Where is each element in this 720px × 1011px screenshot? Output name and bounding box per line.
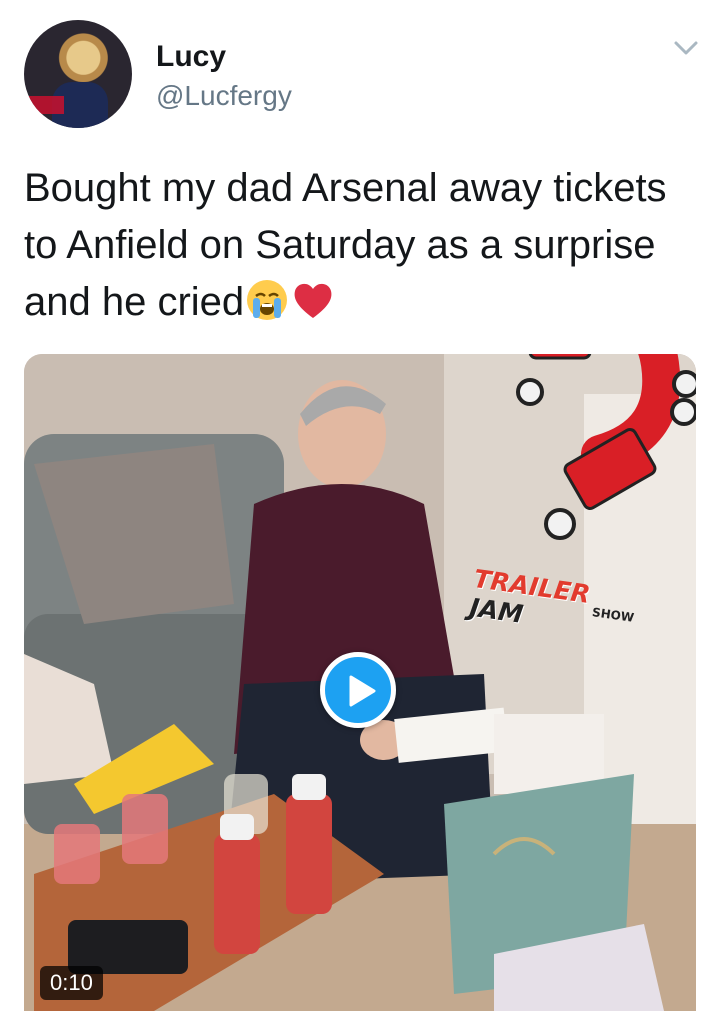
chevron-down-icon[interactable] [672, 38, 700, 58]
handle[interactable]: @Lucfergy [156, 80, 292, 112]
tweet-body: Bought my dad Arsenal away tickets to An… [24, 166, 667, 324]
avatar[interactable] [24, 20, 132, 128]
avatar-sign [24, 96, 64, 114]
display-name[interactable]: Lucy [156, 40, 226, 74]
watermark: TRAILER JAM SHOW [468, 564, 646, 629]
tweet-card: Lucy @Lucfergy Bought my dad Arsenal awa… [0, 0, 720, 1011]
play-icon [349, 675, 376, 707]
red-heart-icon [294, 283, 332, 318]
loudly-crying-face-icon [247, 280, 288, 320]
video-player[interactable]: TRAILER JAM SHOW 0:10 [24, 354, 696, 1011]
tweet-text: Bought my dad Arsenal away tickets to An… [24, 160, 704, 331]
truck-logo-icon [516, 354, 696, 540]
play-button[interactable] [320, 652, 396, 728]
video-duration: 0:10 [40, 966, 103, 1000]
